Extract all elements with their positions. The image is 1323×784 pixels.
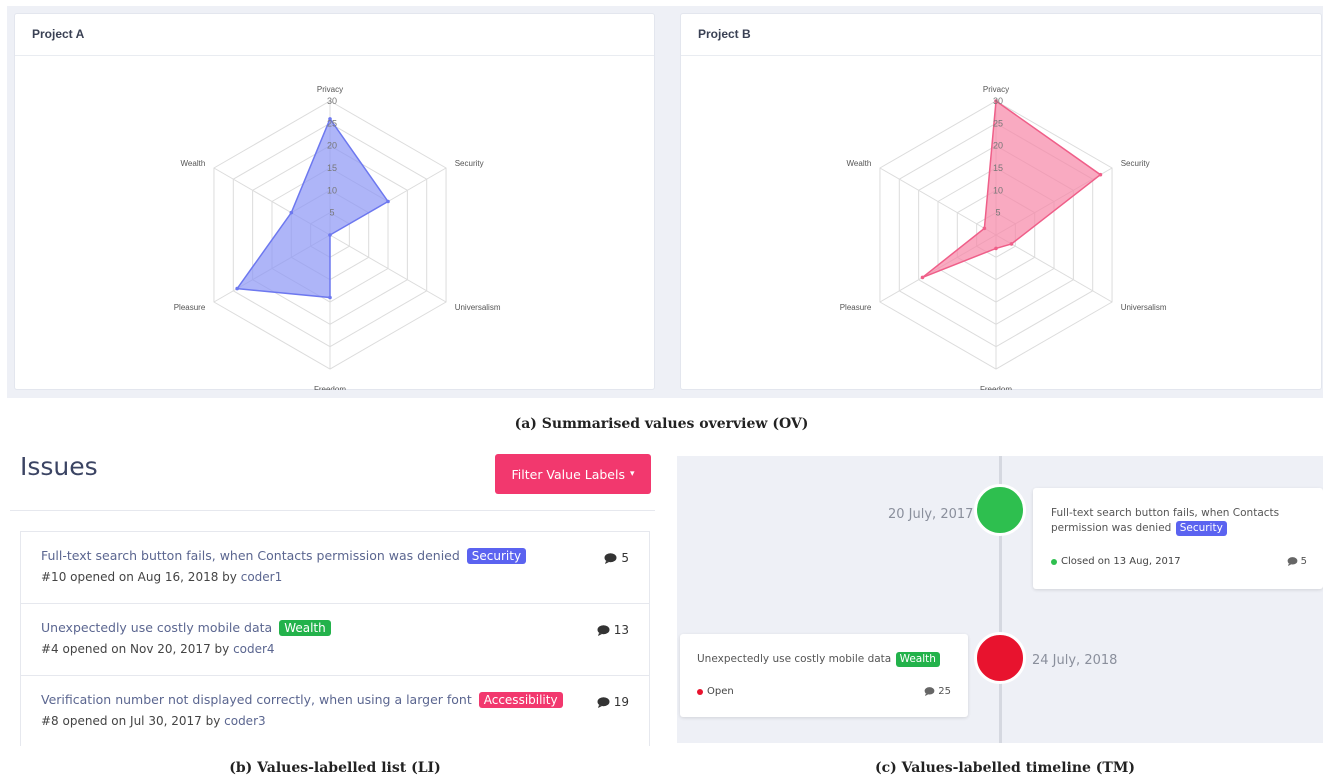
issue-meta: #8 opened on Jul 30, 2017 by xyxy=(41,714,221,728)
status-text: Closed on 13 Aug, 2017 xyxy=(1061,556,1181,567)
tick-label: 25 xyxy=(327,118,337,128)
axis-label: Freedom xyxy=(314,385,346,390)
comment-icon xyxy=(604,552,617,564)
comment-count[interactable]: 25 xyxy=(924,686,951,697)
divider xyxy=(10,510,655,511)
issue-status: Open xyxy=(697,686,734,697)
data-point xyxy=(920,275,925,280)
tick-label: 15 xyxy=(993,163,1003,173)
axis-label: Security xyxy=(455,159,484,168)
data-point xyxy=(328,233,332,237)
project-b-card: Project B 5 10 15 20 25 30 Privacy Security Univ… xyxy=(680,13,1322,390)
axis-label: Freedom xyxy=(980,385,1012,390)
caret-down-icon: ▾ xyxy=(629,469,635,479)
list-caption: (b) Values-labelled list (LI) xyxy=(229,760,441,776)
timeline-card[interactable]: Full-text search button fails, when Cont… xyxy=(1033,488,1323,589)
data-point xyxy=(982,226,987,231)
tick-label: 10 xyxy=(993,185,1003,195)
list-item[interactable]: Unexpectedly use costly mobile data Weal… xyxy=(21,604,649,676)
comment-count[interactable]: 5 xyxy=(1287,556,1307,567)
axis-label: Pleasure xyxy=(174,303,206,312)
comment-icon xyxy=(597,624,610,636)
data-point xyxy=(1009,242,1014,246)
issue-author-link[interactable]: coder3 xyxy=(224,714,266,728)
issues-heading: Issues xyxy=(20,452,98,481)
open-status-dot xyxy=(697,688,703,695)
value-label-badge[interactable]: Security xyxy=(1175,521,1227,536)
tick-label: 25 xyxy=(993,118,1003,128)
comment-count-value: 5 xyxy=(621,551,629,565)
comment-count[interactable]: 5 xyxy=(604,551,629,565)
comment-count-value: 5 xyxy=(1300,556,1307,567)
comment-count[interactable]: 19 xyxy=(597,695,629,709)
value-label-badge[interactable]: Wealth xyxy=(895,652,940,667)
comment-icon xyxy=(597,696,610,708)
filter-value-labels-button[interactable]: Filter Value Labels ▾ xyxy=(495,454,651,494)
tick-label: 30 xyxy=(327,96,337,106)
comment-count-value: 25 xyxy=(938,686,951,697)
data-point xyxy=(289,210,294,215)
axis-label: Universalism xyxy=(455,303,501,312)
project-a-radar-chart: 5 10 15 20 25 30 Privacy Security Universalism Fr… xyxy=(174,85,501,390)
comment-count[interactable]: 13 xyxy=(597,623,629,637)
issue-status: Closed on 13 Aug, 2017 xyxy=(1051,556,1181,567)
tick-label: 5 xyxy=(329,208,334,218)
tick-label: 10 xyxy=(327,185,337,195)
data-point xyxy=(1098,172,1103,177)
closed-status-dot xyxy=(1051,558,1057,565)
timeline-date: 24 July, 2018 xyxy=(1032,653,1118,668)
timeline-issue-title[interactable]: Full-text search button fails, when Cont… xyxy=(1051,507,1279,519)
value-label-badge[interactable]: Wealth xyxy=(279,620,331,636)
tick-label: 15 xyxy=(327,163,337,173)
data-point xyxy=(235,286,239,291)
comment-count-value: 19 xyxy=(613,695,629,709)
project-a-card: Project A 5 10 15 20 25 30 Privacy Security Univ… xyxy=(14,13,655,390)
issue-title-link[interactable]: Unexpectedly use costly mobile data xyxy=(41,620,272,635)
value-label-badge[interactable]: Security xyxy=(466,548,527,564)
data-point xyxy=(386,199,390,204)
comment-icon xyxy=(924,687,935,696)
project-b-title: Project B xyxy=(681,14,1321,56)
issues-list: Full-text search button fails, when Cont… xyxy=(20,531,650,746)
data-area xyxy=(235,117,390,299)
timeline-caption: (c) Values-labelled timeline (TM) xyxy=(875,760,1135,776)
axis-label: Security xyxy=(1121,159,1150,168)
value-label-badge[interactable]: Accessibility xyxy=(478,692,563,708)
tick-label: 30 xyxy=(993,96,1003,106)
filter-button-label: Filter Value Labels xyxy=(511,466,625,482)
issue-author-link[interactable]: coder1 xyxy=(241,570,283,584)
issue-author-link[interactable]: coder4 xyxy=(233,642,275,656)
project-b-radar-chart: 5 10 15 20 25 30 Privacy Security Universalism Fr… xyxy=(840,85,1167,390)
issue-title-link[interactable]: Verification number not displayed correc… xyxy=(41,692,472,707)
overview-caption: (a) Summarised values overview (OV) xyxy=(514,416,809,432)
issue-meta: #10 opened on Aug 16, 2018 by xyxy=(41,570,237,584)
tick-label: 5 xyxy=(995,208,1000,218)
project-a-title: Project A xyxy=(15,14,654,56)
data-point xyxy=(994,246,998,251)
list-item[interactable]: Verification number not displayed correc… xyxy=(21,676,649,746)
timeline-issue-title[interactable]: Unexpectedly use costly mobile data xyxy=(697,653,891,665)
comment-count-value: 13 xyxy=(613,623,629,637)
timeline-dot-closed[interactable] xyxy=(974,484,1026,536)
data-point xyxy=(328,295,332,300)
tick-label: 20 xyxy=(327,141,337,151)
axis-label: Wealth xyxy=(181,159,206,168)
timeline-issue-title-cont[interactable]: permission was denied xyxy=(1051,522,1171,534)
issue-meta: #4 opened on Nov 20, 2017 by xyxy=(41,642,230,656)
axis-label: Privacy xyxy=(983,85,1009,94)
tick-label: 20 xyxy=(993,141,1003,151)
comment-icon xyxy=(1287,557,1298,566)
status-text: Open xyxy=(707,686,734,697)
axis-label: Universalism xyxy=(1121,303,1167,312)
timeline-card[interactable]: Unexpectedly use costly mobile data Weal… xyxy=(680,634,968,717)
list-item[interactable]: Full-text search button fails, when Cont… xyxy=(21,532,649,604)
timeline-dot-open[interactable] xyxy=(974,632,1026,684)
issue-title-link[interactable]: Full-text search button fails, when Cont… xyxy=(41,548,460,563)
axis-label: Privacy xyxy=(317,85,343,94)
axis-label: Pleasure xyxy=(840,303,872,312)
axis-label: Wealth xyxy=(847,159,872,168)
timeline-date: 20 July, 2017 xyxy=(888,507,974,522)
